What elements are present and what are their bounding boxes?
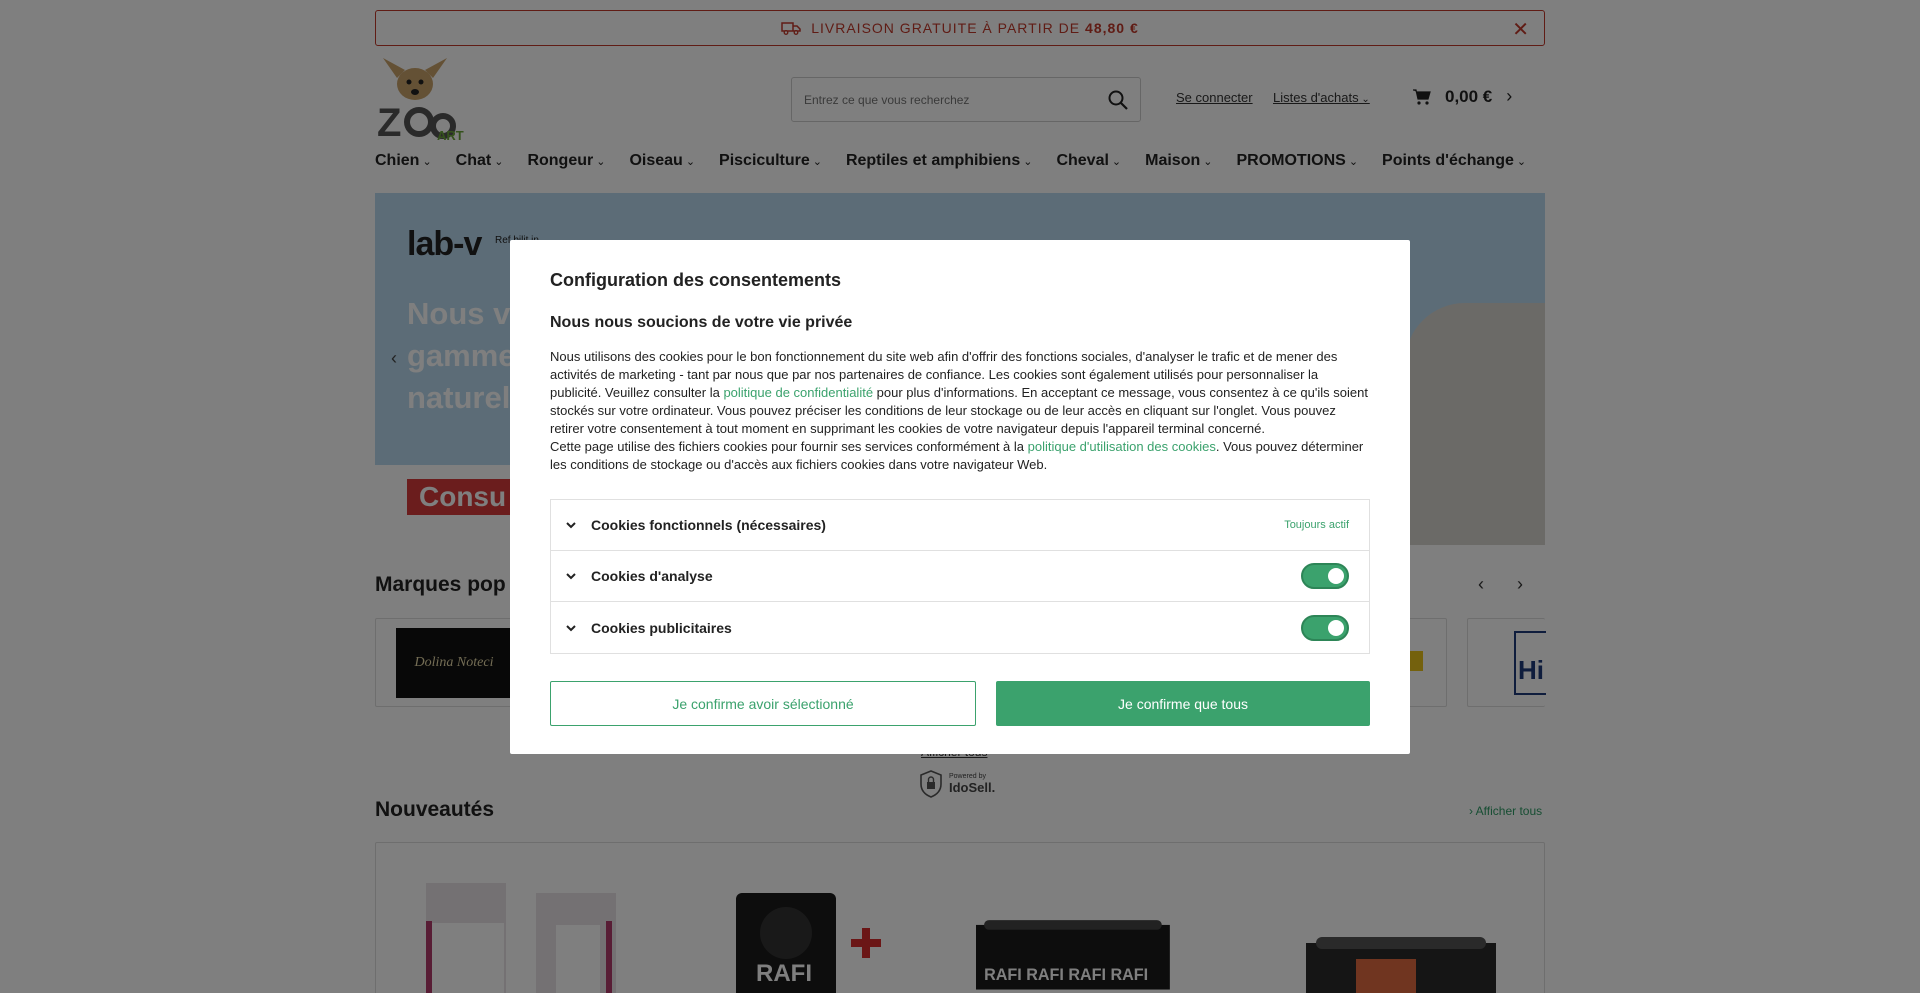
advertising-toggle[interactable] [1301, 614, 1349, 641]
dialog-subtitle: Nous nous soucions de votre vie privée [550, 314, 853, 331]
cookie-category-analytics[interactable]: Cookies d'analyse [551, 551, 1369, 602]
cookie-category-advertising[interactable]: Cookies publicitaires [551, 602, 1369, 653]
confirm-all-button[interactable]: Je confirme que tous [996, 681, 1370, 726]
cookie-policy-link[interactable]: politique d'utilisation des cookies [1028, 439, 1216, 454]
cookie-text: Cette page utilise des fichiers cookies … [550, 439, 1028, 454]
cookie-category-label: Cookies fonctionnels (nécessaires) [591, 517, 826, 533]
privacy-policy-link[interactable]: politique de confidentialité [723, 385, 873, 400]
cookie-category-functional[interactable]: Cookies fonctionnels (nécessaires) Toujo… [551, 500, 1369, 551]
chevron-down-icon[interactable] [565, 570, 577, 582]
privacy-paragraph: Nous utilisons des cookies pour le bon f… [550, 348, 1370, 438]
toggle-knob [1328, 568, 1344, 584]
analytics-toggle[interactable] [1301, 563, 1349, 589]
cookie-category-label: Cookies d'analyse [591, 568, 713, 584]
chevron-down-icon[interactable] [565, 622, 577, 634]
cookie-categories: Cookies fonctionnels (nécessaires) Toujo… [550, 499, 1370, 654]
toggle-knob [1328, 619, 1344, 636]
cookie-category-label: Cookies publicitaires [591, 619, 732, 636]
dialog-title: Configuration des consentements [550, 270, 842, 290]
dialog-actions: Je confirme avoir sélectionné Je confirm… [550, 681, 1370, 726]
always-active-badge: Toujours actif [1284, 519, 1349, 531]
cookie-paragraph: Cette page utilise des fichiers cookies … [550, 438, 1370, 474]
chevron-down-icon[interactable] [565, 519, 577, 531]
confirm-selected-button[interactable]: Je confirme avoir sélectionné [550, 681, 976, 726]
consent-dialog: Configuration des consentements Nous nou… [510, 240, 1410, 754]
